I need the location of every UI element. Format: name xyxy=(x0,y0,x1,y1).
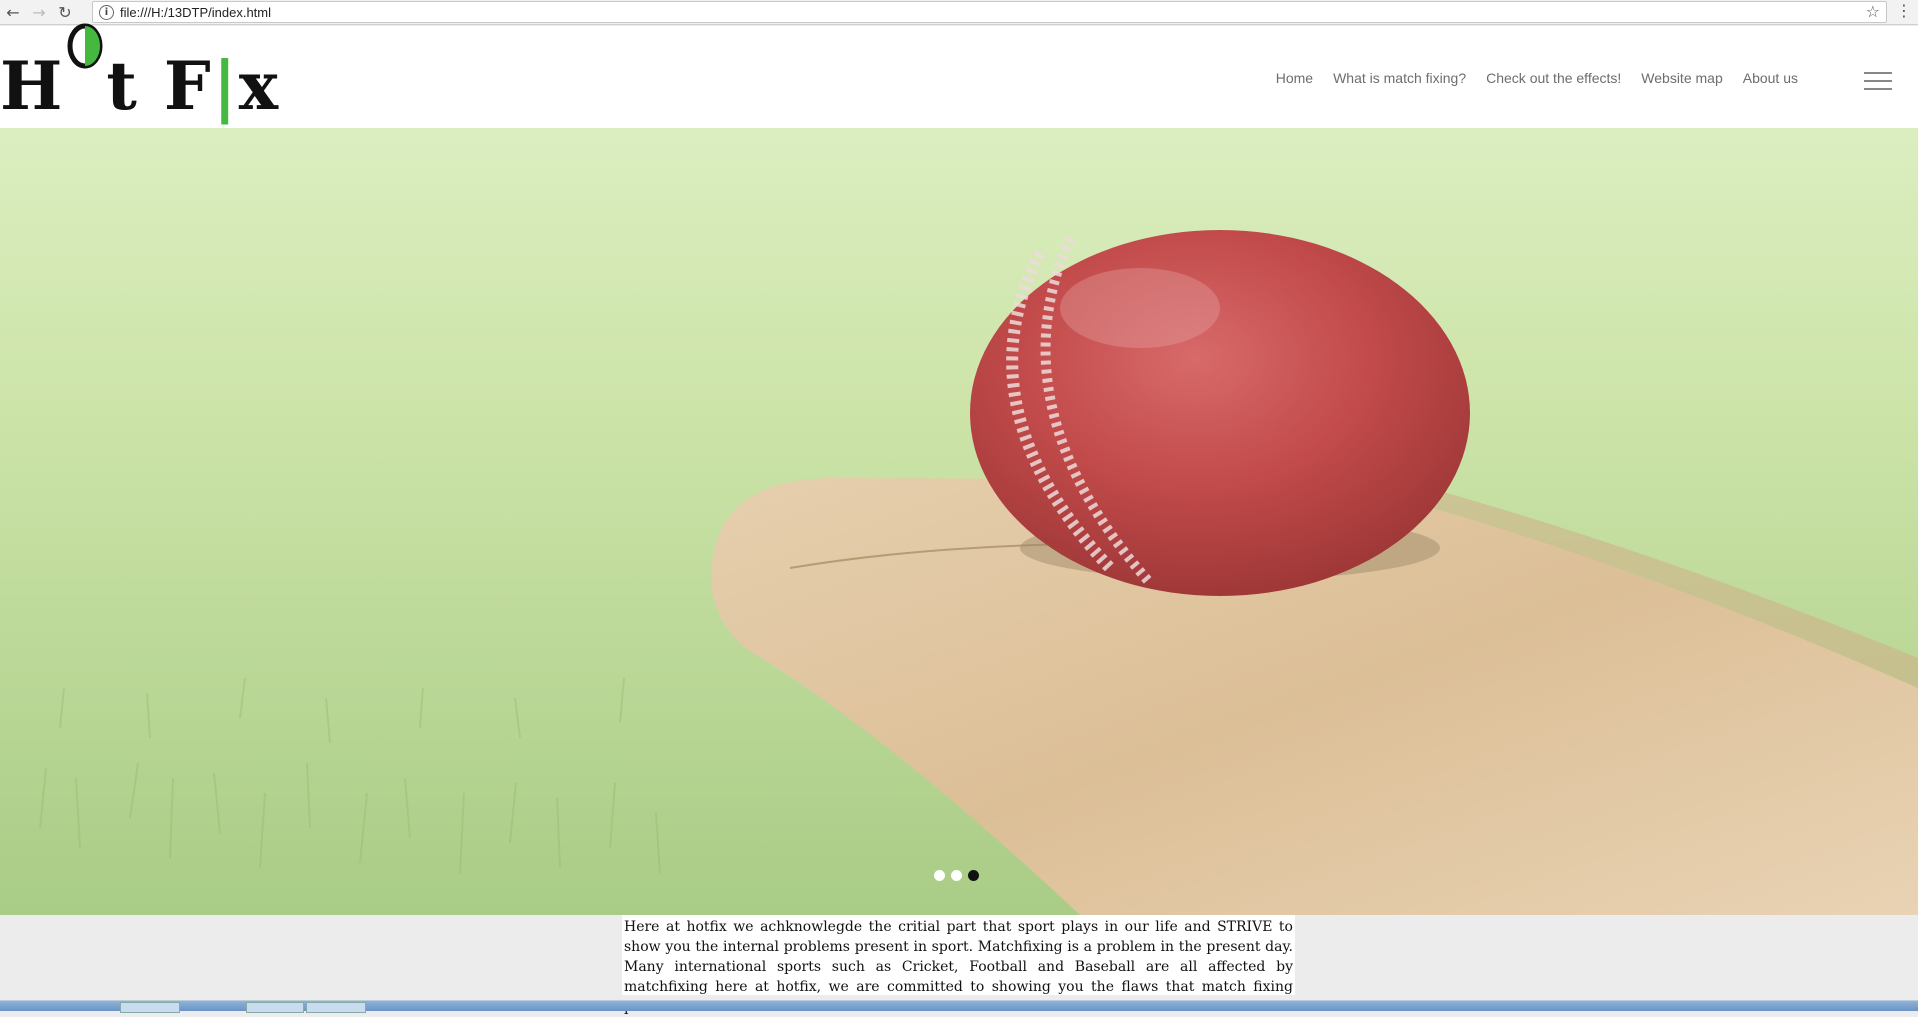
nav-what-is-match-fixing[interactable]: What is match fixing? xyxy=(1333,70,1466,86)
site-header: Ht F|x Home What is match fixing? Check … xyxy=(0,23,1918,128)
logo-text-x: x xyxy=(238,47,281,125)
reload-icon: ↻ xyxy=(58,2,72,22)
address-bar[interactable]: i file:///H:/13DTP/index.html ☆ xyxy=(92,1,1887,23)
taskbar-item[interactable] xyxy=(120,1002,180,1013)
url-text: file:///H:/13DTP/index.html xyxy=(120,4,271,20)
slide-dot-2[interactable] xyxy=(951,870,962,881)
nav-home[interactable]: Home xyxy=(1276,70,1313,86)
hamburger-menu-icon[interactable] xyxy=(1864,72,1892,92)
site-logo[interactable]: Ht F|x xyxy=(0,23,280,120)
taskbar-item[interactable] xyxy=(306,1002,366,1013)
os-taskbar xyxy=(0,1000,1918,1013)
intro-paragraph: Here at hotfix we achknowlegde the criti… xyxy=(622,915,1295,1015)
cricket-ball-on-bat-image xyxy=(0,128,1918,915)
logo-o-shape xyxy=(64,23,106,109)
taskbar-item[interactable] xyxy=(246,1002,304,1013)
browser-toolbar: ← → ↻ i file:///H:/13DTP/index.html ☆ ⋮ xyxy=(0,0,1918,25)
browser-menu-icon[interactable]: ⋮ xyxy=(1896,1,1912,21)
main-nav: Home What is match fixing? Check out the… xyxy=(1276,70,1798,86)
slide-indicators xyxy=(934,870,979,881)
nav-website-map[interactable]: Website map xyxy=(1641,70,1722,86)
info-icon[interactable]: i xyxy=(99,4,114,20)
forward-button[interactable]: → xyxy=(26,0,52,24)
slide-dot-1[interactable] xyxy=(934,870,945,881)
back-button[interactable]: ← xyxy=(0,0,26,24)
logo-i-shape: | xyxy=(212,47,239,125)
arrow-right-icon: → xyxy=(32,2,46,22)
slide-dot-3[interactable] xyxy=(968,870,979,881)
hero-slideshow xyxy=(0,128,1918,915)
logo-text-t-f: t F xyxy=(106,47,213,125)
logo-text-h: H xyxy=(0,47,65,125)
nav-check-out-effects[interactable]: Check out the effects! xyxy=(1486,70,1621,86)
arrow-left-icon: ← xyxy=(6,2,20,22)
bookmark-star-icon[interactable]: ☆ xyxy=(1866,2,1880,21)
nav-about-us[interactable]: About us xyxy=(1743,70,1798,86)
